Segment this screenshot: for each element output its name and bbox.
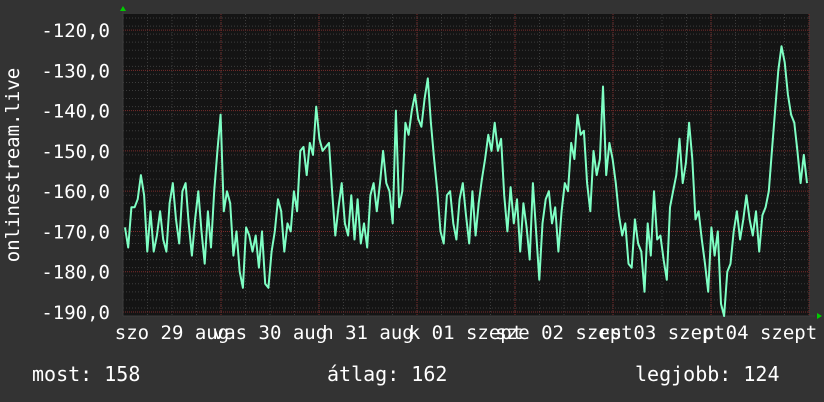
y-tick-label: -170,0	[41, 221, 110, 243]
y-tick-label: -120,0	[41, 20, 110, 42]
line-chart: -120,0 -130,0 -140,0 -150,0 -160,0 -170,0 -180…	[41, 6, 822, 344]
stat-average: átlag: 162	[327, 362, 448, 386]
x-tick-label: h 31 aug	[322, 322, 414, 344]
chart-panel: -120,0 -130,0 -140,0 -150,0 -160,0 -170,0 -180…	[0, 0, 824, 402]
y-tick-label: -190,0	[41, 302, 110, 324]
y-tick-label: -140,0	[41, 101, 110, 123]
x-axis-arrow	[817, 313, 822, 319]
stat-best: legjobb: 124	[635, 362, 780, 386]
y-tick-label: -180,0	[41, 262, 110, 284]
y-tick-label: -160,0	[41, 181, 110, 203]
y-axis-label-wrap: onlinestream.live	[0, 0, 26, 340]
x-tick-label: p 04 szept	[703, 322, 817, 344]
y-axis-arrow	[120, 6, 126, 11]
y-tick-label: -130,0	[41, 60, 110, 82]
x-tick-label: vas 30 aug	[213, 322, 327, 344]
y-axis-label: onlinestream.live	[2, 67, 24, 263]
y-tick-label: -150,0	[41, 141, 110, 163]
stat-current: most: 158	[32, 362, 141, 386]
